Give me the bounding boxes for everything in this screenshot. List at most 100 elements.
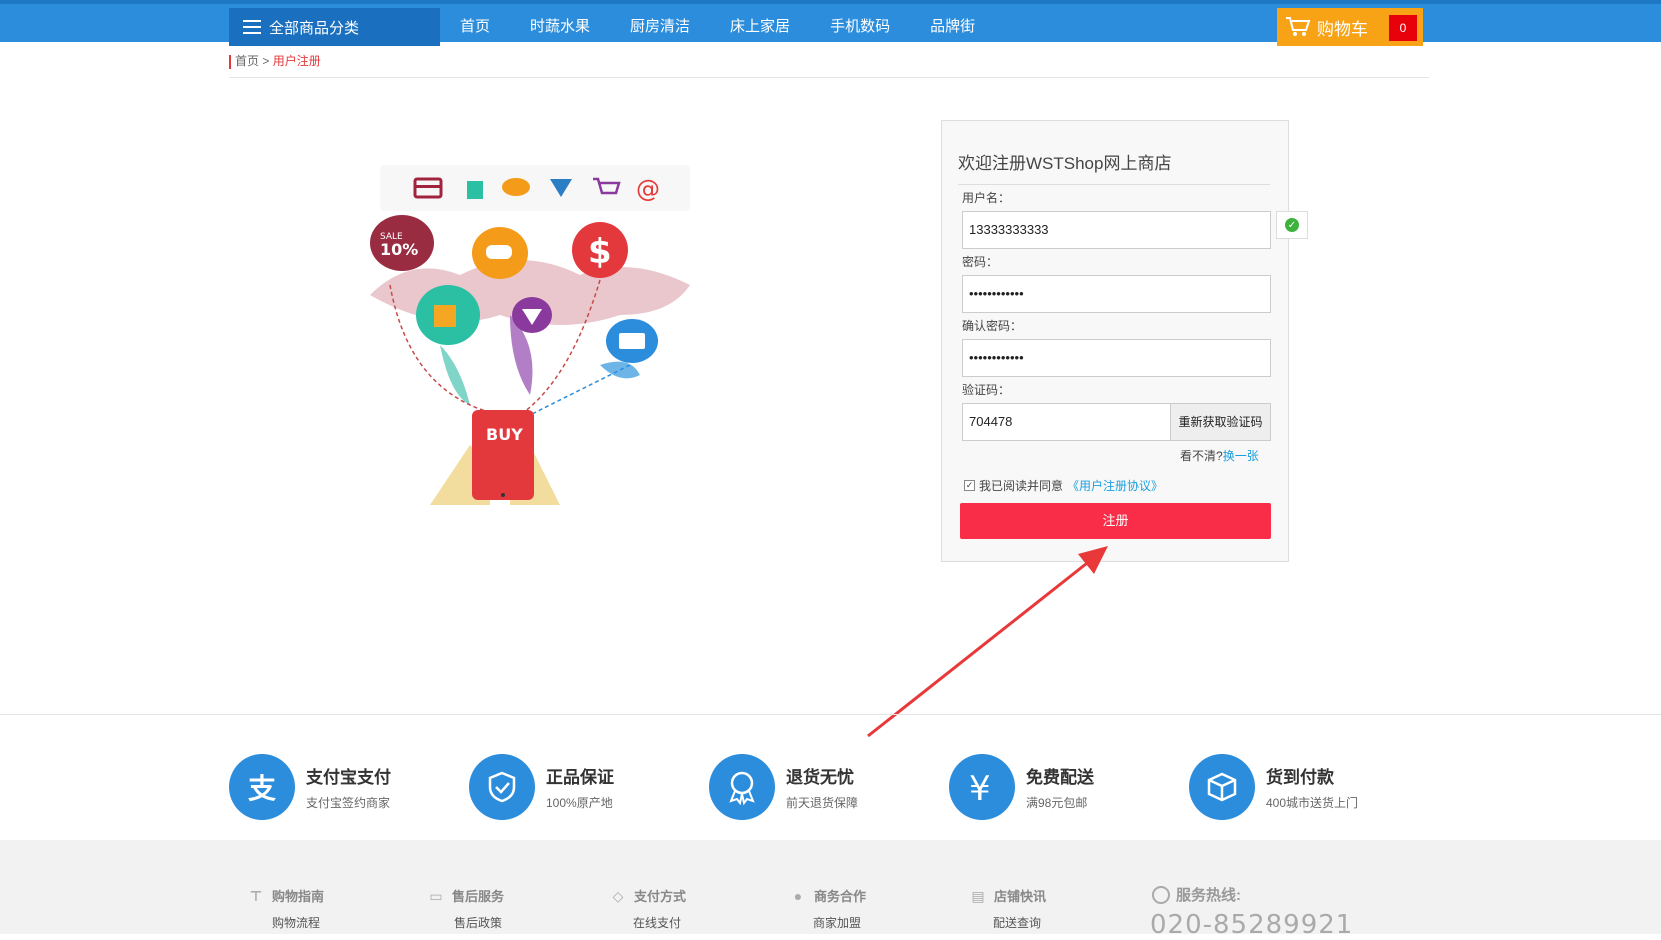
svg-text:¥: ¥	[969, 769, 991, 805]
agree-text: 我已阅读并同意	[979, 479, 1064, 493]
bag-icon	[467, 181, 483, 199]
chat-bubble-icon	[472, 227, 528, 279]
service-item: 正品保证 100%原产地	[469, 754, 614, 820]
nav-item-digital[interactable]: 手机数码	[810, 8, 908, 46]
username-input[interactable]: 13333333333	[962, 211, 1271, 249]
tag-icon: ◇	[612, 887, 624, 904]
svg-text:10%: 10%	[380, 240, 418, 259]
footer-col-title-text: 支付方式	[634, 889, 687, 904]
bag-bubble-icon	[416, 285, 480, 345]
cart-count-badge: 0	[1389, 15, 1417, 41]
yen-icon: ¥	[949, 754, 1015, 820]
service-item: ¥ 免费配送满98元包邮	[949, 754, 1094, 820]
box-icon	[1189, 754, 1255, 820]
footer-col-title-text: 购物指南	[272, 889, 325, 904]
breadcrumb-home-link[interactable]: 首页	[235, 54, 259, 68]
all-categories-button[interactable]: 全部商品分类	[229, 8, 440, 46]
username-valid-tip: ✓	[1276, 211, 1308, 239]
refresh-captcha-link[interactable]: 换一张	[1223, 449, 1259, 463]
signpost-icon: ⊤	[249, 887, 263, 904]
service-title: 正品保证	[546, 768, 614, 788]
cart-button[interactable]: 购物车 0	[1277, 8, 1423, 46]
breadcrumb-separator: >	[262, 54, 270, 68]
cart-label: 购物车	[1317, 19, 1368, 39]
service-subtitle: 100%原产地	[546, 796, 613, 810]
hotline-number: 020-85289921	[1150, 910, 1354, 940]
service-icon: ▭	[429, 887, 443, 904]
footer-col-title: ◇ 支付方式	[610, 886, 686, 905]
register-title: 欢迎注册WSTShop网上商店	[958, 149, 1270, 185]
password-input[interactable]: ••••••••••••	[962, 275, 1271, 313]
service-subtitle: 满98元包邮	[1026, 796, 1088, 810]
service-title: 货到付款	[1266, 768, 1334, 788]
top-nav-bar: 全部商品分类 首页 时蔬水果 厨房清洁 床上家居 手机数码 品牌街 购物车 0	[0, 0, 1661, 46]
footer-link[interactable]: 在线支付	[633, 914, 681, 931]
service-title: 退货无忧	[786, 768, 854, 788]
refresh-captcha: 看不清?换一张	[1180, 447, 1259, 464]
nav-item-home[interactable]: 首页	[440, 8, 508, 46]
footer-col-title: ▭ 售后服务	[428, 886, 504, 905]
nav-item-fruit[interactable]: 时蔬水果	[510, 8, 608, 46]
refresh-prefix: 看不清?	[1180, 449, 1223, 463]
nav-item-bedding[interactable]: 床上家居	[710, 8, 808, 46]
agree-checkbox[interactable]: ✓	[964, 480, 975, 491]
service-item: 支 支付宝支付 支付宝签约商家	[229, 754, 391, 820]
confirm-password-input[interactable]: ••••••••••••	[962, 339, 1271, 377]
document-icon: ▤	[971, 887, 985, 904]
nav-item-kitchen[interactable]: 厨房清洁	[610, 8, 708, 46]
tablet-buy-icon: BUY	[430, 410, 560, 505]
phone-icon	[1152, 885, 1170, 904]
resend-code-button[interactable]: 重新获取验证码	[1170, 404, 1270, 440]
footer-col-title-text: 售后服务	[452, 889, 505, 904]
username-label: 用户名：	[962, 191, 1011, 205]
footer-link[interactable]: 售后政策	[454, 914, 502, 931]
user-icon: ●	[793, 887, 803, 904]
nav-item-brands[interactable]: 品牌街	[910, 8, 993, 46]
chat-icon	[502, 178, 530, 196]
footer-col-title: ▤ 店铺快讯	[970, 886, 1046, 905]
svg-text:$: $	[588, 232, 612, 272]
annotation-arrow	[867, 546, 1108, 738]
verify-code-label: 验证码：	[962, 383, 1011, 397]
all-categories-label: 全部商品分类	[269, 19, 360, 37]
agreement-row: ✓ 我已阅读并同意 《用户注册协议》	[964, 477, 1163, 494]
svg-text:支: 支	[248, 772, 276, 805]
password-label: 密码：	[962, 255, 999, 269]
card-bubble-icon	[606, 319, 658, 363]
register-panel: 欢迎注册WSTShop网上商店 用户名： 13333333333 ✓ 密码： •…	[941, 120, 1308, 562]
footer-col-title: ⊤ 购物指南	[248, 886, 324, 905]
register-button[interactable]: 注册	[960, 503, 1271, 539]
service-subtitle: 前天退货保障	[786, 796, 859, 810]
svg-text:BUY: BUY	[486, 425, 523, 444]
alipay-icon: 支	[229, 754, 295, 820]
badge-icon	[709, 754, 775, 820]
footer: ⊤ 购物指南 购物流程 ▭ 售后服务 售后政策 ◇ 支付方式 在线支付 ● 商务合作 商…	[0, 840, 1661, 940]
service-title: 免费配送	[1026, 768, 1094, 788]
menu-icon	[243, 20, 261, 34]
service-subtitle: 400城市送货上门	[1266, 796, 1359, 810]
service-item: 退货无忧前天退货保障	[709, 754, 858, 820]
confirm-password-label: 确认密码：	[962, 319, 1023, 333]
at-icon: @	[636, 175, 660, 203]
verify-code-input[interactable]: 704478	[969, 404, 1012, 440]
footer-link[interactable]: 配送查询	[993, 914, 1041, 931]
check-icon: ✓	[1285, 218, 1299, 232]
hotline-label: 服务热线:	[1152, 884, 1241, 905]
dollar-bubble-icon: $	[572, 222, 628, 278]
breadcrumb-marker	[229, 54, 231, 69]
hotline-label-text: 服务热线:	[1176, 887, 1241, 904]
footer-link[interactable]: 购物流程	[272, 914, 320, 931]
footer-col-title: ● 商务合作	[790, 886, 866, 905]
verify-code-group: 704478 重新获取验证码	[962, 403, 1271, 441]
service-item: 货到付款 400城市送货上门	[1189, 754, 1358, 820]
footer-link[interactable]: 商家加盟	[813, 914, 861, 931]
shopping-illustration: @ SALE 10% $ BUY	[370, 165, 690, 505]
diamond-bubble-icon	[512, 297, 552, 333]
breadcrumb: 首页 > 用户注册	[229, 52, 1429, 78]
footer-col-title-text: 店铺快讯	[994, 889, 1047, 904]
service-badges: 支 支付宝支付 支付宝签约商家 正品保证 100%原产地 退货无忧前天退货保障 ¥ …	[229, 754, 1429, 822]
main-nav: 首页 时蔬水果 厨房清洁 床上家居 手机数码 品牌街	[440, 8, 995, 46]
footer-col-title-text: 商务合作	[814, 889, 867, 904]
agreement-link[interactable]: 《用户注册协议》	[1067, 477, 1163, 494]
cart-icon	[1286, 17, 1311, 36]
